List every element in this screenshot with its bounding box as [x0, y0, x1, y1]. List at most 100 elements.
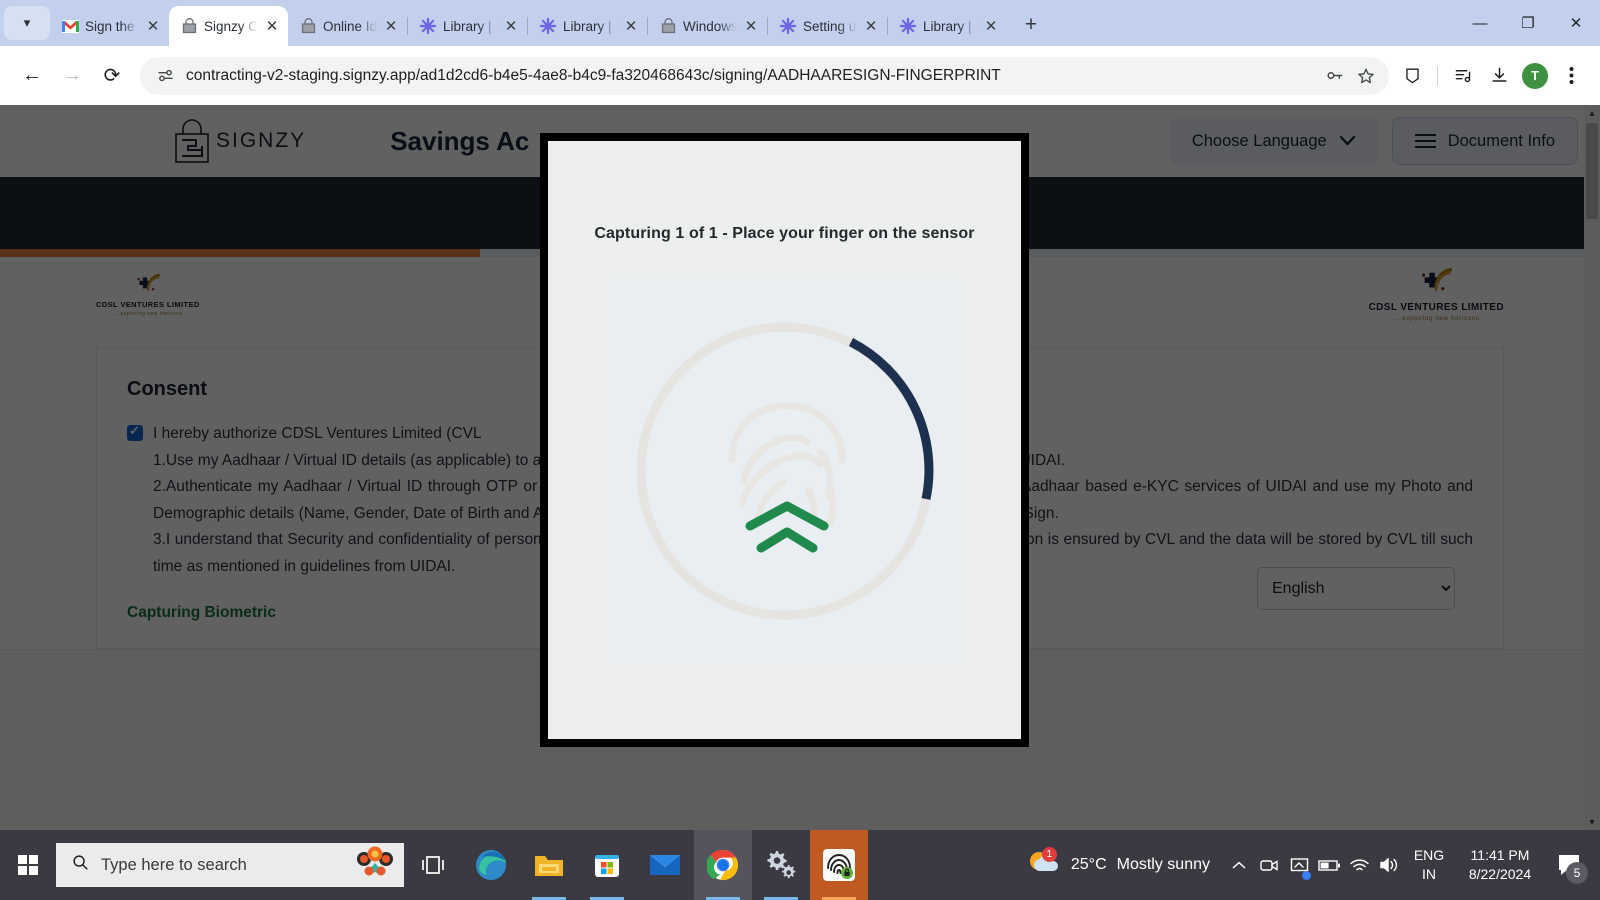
- extensions-icon[interactable]: [1395, 59, 1429, 93]
- downloads-icon[interactable]: [1482, 59, 1516, 93]
- notification-count: 5: [1566, 862, 1588, 884]
- weather-badge: 1: [1041, 846, 1057, 862]
- jupyter-icon: [539, 17, 557, 35]
- toolbar-divider: [1437, 65, 1438, 86]
- tab-label: Library | Lo: [443, 18, 497, 34]
- search-icon: [72, 854, 89, 876]
- media-control-icon[interactable]: [1446, 59, 1480, 93]
- close-button[interactable]: ✕: [1552, 0, 1600, 46]
- new-tab-button[interactable]: +: [1017, 11, 1045, 39]
- minimize-button[interactable]: —: [1456, 0, 1504, 46]
- fingerprint-capture-dialog: Capturing 1 of 1 - Place your finger on …: [541, 134, 1028, 746]
- search-placeholder: Type here to search: [101, 855, 247, 874]
- lock-icon: [659, 17, 677, 35]
- taskbar-search-box[interactable]: Type here to search: [56, 843, 404, 887]
- onedrive-icon[interactable]: [1284, 830, 1314, 900]
- avatar-initial: T: [1522, 62, 1548, 89]
- gmail-icon: [61, 17, 79, 35]
- file-explorer-icon[interactable]: [520, 830, 578, 900]
- fingerprint-panel: [608, 279, 961, 663]
- lock-icon: [180, 17, 198, 35]
- jupyter-icon: [899, 17, 917, 35]
- tab-close-button[interactable]: ✕: [743, 19, 759, 34]
- tab-label: Online Iden: [323, 18, 377, 34]
- weather-temp: 25°C: [1070, 856, 1107, 873]
- language-line1: ENG: [1413, 847, 1445, 863]
- chevron-down-icon[interactable]: ▾: [4, 6, 50, 40]
- volume-icon[interactable]: [1374, 830, 1404, 900]
- browser-tab[interactable]: Library | Lo ✕: [528, 6, 647, 46]
- chrome-icon[interactable]: [694, 830, 752, 900]
- jupyter-icon: [779, 17, 797, 35]
- fingerprint-app-icon[interactable]: [810, 830, 868, 900]
- back-button[interactable]: ←: [12, 56, 52, 96]
- weather-icon: 1: [1027, 846, 1061, 882]
- browser-tab[interactable]: Sign the do ✕: [50, 6, 169, 46]
- browser-tab[interactable]: Library | Lo ✕: [408, 6, 527, 46]
- url-text: contracting-v2-staging.signzy.app/ad1d2c…: [186, 66, 1001, 84]
- tab-close-button[interactable]: ✕: [264, 19, 280, 34]
- chrome-browser-window: ▾ Sign the do✕Signzy Con✕Online Iden✕Lib…: [0, 0, 1600, 830]
- microsoft-store-icon[interactable]: [578, 830, 636, 900]
- taskbar-clock[interactable]: 11:41 PM 8/22/2024: [1454, 846, 1546, 884]
- tab-list: Sign the do✕Signzy Con✕Online Iden✕Libra…: [50, 0, 1007, 46]
- tab-close-button[interactable]: ✕: [863, 19, 879, 34]
- screen: ▾ Sign the do✕Signzy Con✕Online Iden✕Lib…: [0, 0, 1600, 900]
- tab-close-button[interactable]: ✕: [503, 19, 519, 34]
- tab-close-button[interactable]: ✕: [145, 19, 161, 34]
- tab-label: Sign the do: [85, 18, 139, 34]
- tab-label: Library | Lo: [563, 18, 617, 34]
- action-center-icon[interactable]: 5: [1546, 830, 1594, 900]
- battery-icon[interactable]: [1314, 830, 1344, 900]
- start-button[interactable]: [0, 830, 56, 900]
- tab-label: Setting up: [803, 18, 857, 34]
- weather-widget[interactable]: 1 25°C Mostly sunny: [1013, 846, 1224, 882]
- system-tray: 1 25°C Mostly sunny ENG IN 11:41 PM 8/22…: [1013, 830, 1600, 900]
- onedrive-status-dot: [1302, 871, 1311, 880]
- tab-strip: ▾ Sign the do✕Signzy Con✕Online Iden✕Lib…: [0, 0, 1600, 46]
- avatar[interactable]: T: [1518, 59, 1552, 93]
- maximize-button[interactable]: ❐: [1504, 0, 1552, 46]
- double-chevron-up-icon: [745, 501, 828, 553]
- clock-time: 11:41 PM: [1470, 847, 1530, 863]
- forward-button[interactable]: →: [52, 56, 92, 96]
- language-line2: IN: [1422, 866, 1436, 882]
- dialog-title: Capturing 1 of 1 - Place your finger on …: [594, 225, 975, 242]
- language-indicator[interactable]: ENG IN: [1404, 846, 1454, 884]
- task-view-icon[interactable]: [404, 830, 462, 900]
- browser-toolbar: ← → ⟳ contracting-v2-staging.signzy.app/…: [0, 46, 1600, 105]
- wifi-icon[interactable]: [1344, 830, 1374, 900]
- window-controls: — ❐ ✕: [1456, 0, 1600, 46]
- tab-close-button[interactable]: ✕: [983, 19, 999, 34]
- clock-date: 8/22/2024: [1468, 866, 1532, 882]
- site-settings-icon[interactable]: [154, 65, 176, 87]
- tab-label: Library | Lo: [923, 18, 977, 34]
- mail-icon[interactable]: [636, 830, 694, 900]
- three-dot-menu-icon[interactable]: [1554, 59, 1588, 93]
- password-key-icon[interactable]: [1323, 65, 1345, 87]
- browser-tab[interactable]: Online Iden ✕: [288, 6, 407, 46]
- tab-label: Signzy Con: [204, 18, 258, 34]
- meet-now-icon[interactable]: [1254, 830, 1284, 900]
- windows-logo-icon: [17, 854, 39, 876]
- fingerprint-graphic: [630, 316, 940, 626]
- tab-close-button[interactable]: ✕: [623, 19, 639, 34]
- lock-icon: [299, 17, 317, 35]
- jupyter-icon: [419, 17, 437, 35]
- address-bar[interactable]: contracting-v2-staging.signzy.app/ad1d2c…: [140, 56, 1389, 95]
- windows-taskbar: Type here to search 1 25°C Mostly sunny …: [0, 830, 1600, 900]
- weather-desc: Mostly sunny: [1116, 856, 1210, 873]
- edge-icon[interactable]: [462, 830, 520, 900]
- show-hidden-icons-chevron[interactable]: [1224, 830, 1254, 900]
- flower-icon: [356, 846, 394, 885]
- browser-tab[interactable]: Library | Lo ✕: [888, 6, 1007, 46]
- reload-button[interactable]: ⟳: [92, 56, 132, 96]
- browser-tab-active[interactable]: Signzy Con ✕: [169, 6, 288, 46]
- browser-tab[interactable]: Setting up ✕: [768, 6, 887, 46]
- settings-icon[interactable]: [752, 830, 810, 900]
- toolbar-actions: T: [1395, 59, 1588, 93]
- bookmark-star-icon[interactable]: [1355, 65, 1377, 87]
- browser-tab[interactable]: Windows V ✕: [648, 6, 767, 46]
- tab-close-button[interactable]: ✕: [383, 19, 399, 34]
- tab-label: Windows V: [683, 18, 737, 34]
